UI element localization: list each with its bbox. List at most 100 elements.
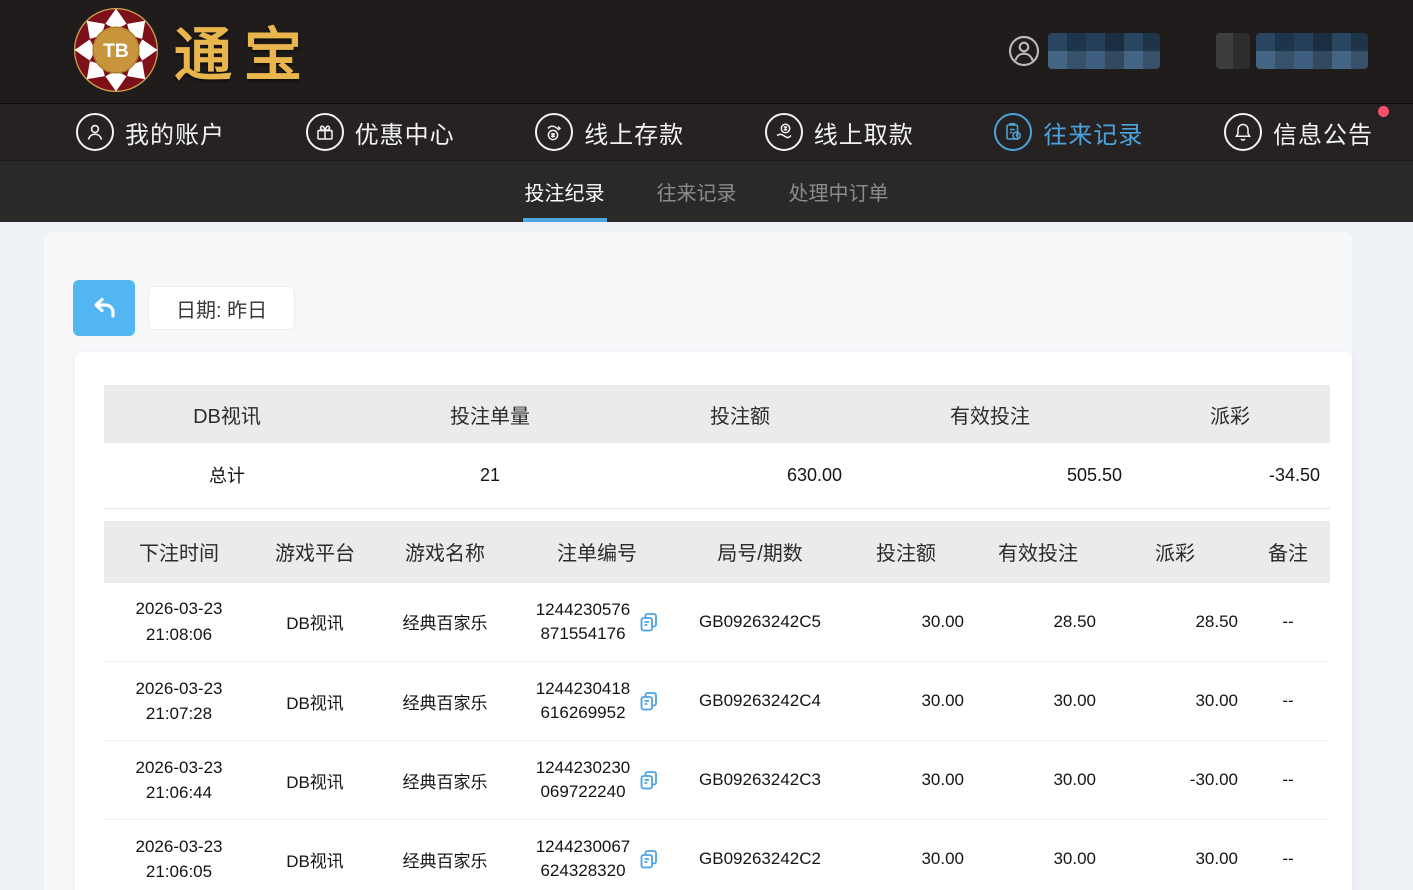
cell-bet-time: 2026-03-2321:07:28 bbox=[104, 662, 254, 741]
copy-icon[interactable] bbox=[638, 690, 660, 712]
cell-valid-bet: 30.00 bbox=[972, 741, 1104, 820]
col-valid-bet: 有效投注 bbox=[972, 521, 1104, 583]
poker-chip-icon: TB bbox=[72, 6, 160, 94]
content-area: 日期: 昨日 DB视讯 投注单量 投注额 有效投注 派彩 总计 21 630.0… bbox=[0, 222, 1413, 890]
back-arrow-icon bbox=[88, 292, 120, 324]
table-row: 2026-03-2321:06:05 DB视讯 经典百家乐 1244230067… bbox=[104, 820, 1330, 890]
tab-transaction-records[interactable]: 往来记录 bbox=[655, 161, 739, 222]
col-platform: 游戏平台 bbox=[254, 521, 376, 583]
summary-header-valid-bet: 有效投注 bbox=[850, 385, 1130, 443]
copy-icon[interactable] bbox=[638, 848, 660, 870]
nav-item-deposit[interactable]: 线上存款 bbox=[535, 113, 684, 151]
table-row: 2026-03-2321:07:28 DB视讯 经典百家乐 1244230418… bbox=[104, 662, 1330, 741]
cell-game: 经典百家乐 bbox=[376, 583, 514, 662]
tab-label: 往来记录 bbox=[657, 177, 737, 206]
tab-bet-records[interactable]: 投注纪录 bbox=[523, 161, 607, 222]
cell-round: GB09263242C5 bbox=[680, 583, 840, 662]
cell-note: -- bbox=[1246, 662, 1330, 741]
cell-platform: DB视讯 bbox=[254, 820, 376, 890]
col-bet-amount: 投注额 bbox=[840, 521, 972, 583]
user-area bbox=[1008, 33, 1368, 69]
summary-valid-bet: 505.50 bbox=[850, 443, 1130, 508]
cell-platform: DB视讯 bbox=[254, 583, 376, 662]
censored-currency bbox=[1216, 33, 1250, 69]
cell-payout: -30.00 bbox=[1104, 741, 1246, 820]
cell-payout: 28.50 bbox=[1104, 583, 1246, 662]
tab-label: 投注纪录 bbox=[525, 177, 605, 206]
sub-nav: 投注纪录 往来记录 处理中订单 bbox=[0, 160, 1413, 222]
date-filter[interactable]: 日期: 昨日 bbox=[148, 286, 295, 330]
nav-item-announcements[interactable]: 信息公告 bbox=[1224, 113, 1373, 151]
summary-payout: -34.50 bbox=[1130, 443, 1330, 508]
gift-icon bbox=[306, 113, 344, 151]
table-row: 2026-03-2321:06:44 DB视讯 经典百家乐 1244230230… bbox=[104, 741, 1330, 820]
col-note: 备注 bbox=[1246, 521, 1330, 583]
records-table: 下注时间 游戏平台 游戏名称 注单编号 局号/期数 投注额 有效投注 派彩 备注… bbox=[104, 521, 1330, 890]
cell-game: 经典百家乐 bbox=[376, 741, 514, 820]
cell-platform: DB视讯 bbox=[254, 741, 376, 820]
col-game-name: 游戏名称 bbox=[376, 521, 514, 583]
cell-bet-id: 1244230230069722240 bbox=[514, 741, 680, 820]
top-bar: TB 通宝 bbox=[0, 0, 1413, 103]
cell-note: -- bbox=[1246, 583, 1330, 662]
cell-note: -- bbox=[1246, 741, 1330, 820]
tab-label: 处理中订单 bbox=[789, 177, 889, 206]
nav-label: 线上取款 bbox=[814, 115, 914, 150]
summary-header-payout: 派彩 bbox=[1130, 385, 1330, 443]
toolbar: 日期: 昨日 bbox=[73, 280, 295, 336]
summary-header-bet-amount: 投注额 bbox=[630, 385, 850, 443]
summary-bet-amount: 630.00 bbox=[630, 443, 850, 508]
bell-icon bbox=[1224, 113, 1262, 151]
copy-icon[interactable] bbox=[638, 611, 660, 633]
cell-valid-bet: 30.00 bbox=[972, 662, 1104, 741]
back-button[interactable] bbox=[73, 280, 135, 336]
cell-note: -- bbox=[1246, 820, 1330, 890]
nav-item-transaction-records[interactable]: 往来记录 bbox=[994, 113, 1143, 151]
date-filter-label: 日期: 昨日 bbox=[176, 294, 267, 323]
col-round: 局号/期数 bbox=[680, 521, 840, 583]
nav-label: 线上存款 bbox=[584, 115, 684, 150]
cell-bet-amount: 30.00 bbox=[840, 820, 972, 890]
nav-label: 我的账户 bbox=[125, 115, 225, 150]
summary-header-platform: DB视讯 bbox=[104, 385, 350, 443]
cell-bet-amount: 30.00 bbox=[840, 662, 972, 741]
svg-text:TB: TB bbox=[103, 40, 129, 62]
records-icon bbox=[994, 113, 1032, 151]
cell-payout: 30.00 bbox=[1104, 820, 1246, 890]
withdraw-icon bbox=[765, 113, 803, 151]
copy-icon[interactable] bbox=[638, 769, 660, 791]
nav-item-promotions[interactable]: 优惠中心 bbox=[306, 113, 455, 151]
nav-item-withdraw[interactable]: 线上取款 bbox=[765, 113, 914, 151]
cell-payout: 30.00 bbox=[1104, 662, 1246, 741]
cell-round: GB09263242C2 bbox=[680, 820, 840, 890]
censored-balance bbox=[1256, 33, 1368, 69]
censored-username bbox=[1048, 33, 1160, 69]
user-avatar-icon[interactable] bbox=[1008, 35, 1040, 67]
nav-label: 往来记录 bbox=[1043, 115, 1143, 150]
user-icon bbox=[76, 113, 114, 151]
cell-round: GB09263242C3 bbox=[680, 741, 840, 820]
brand-name: 通宝 bbox=[174, 8, 314, 92]
summary-table: DB视讯 投注单量 投注额 有效投注 派彩 总计 21 630.00 505.5… bbox=[104, 385, 1330, 509]
cell-platform: DB视讯 bbox=[254, 662, 376, 741]
cell-bet-id: 1244230418616269952 bbox=[514, 662, 680, 741]
summary-header-bet-count: 投注单量 bbox=[350, 385, 630, 443]
tab-processing-orders[interactable]: 处理中订单 bbox=[787, 161, 891, 222]
table-row: 2026-03-2321:08:06 DB视讯 经典百家乐 1244230576… bbox=[104, 583, 1330, 662]
notification-dot bbox=[1378, 106, 1389, 117]
cell-bet-id: 1244230067624328320 bbox=[514, 820, 680, 890]
brand-logo[interactable]: TB 通宝 bbox=[72, 6, 314, 94]
cell-round: GB09263242C4 bbox=[680, 662, 840, 741]
cell-bet-time: 2026-03-2321:06:05 bbox=[104, 820, 254, 890]
deposit-icon bbox=[535, 113, 573, 151]
summary-total-row: 总计 21 630.00 505.50 -34.50 bbox=[104, 443, 1330, 508]
summary-total-label: 总计 bbox=[104, 443, 350, 508]
col-bet-id: 注单编号 bbox=[514, 521, 680, 583]
cell-game: 经典百家乐 bbox=[376, 820, 514, 890]
cell-bet-amount: 30.00 bbox=[840, 741, 972, 820]
cell-bet-amount: 30.00 bbox=[840, 583, 972, 662]
cell-valid-bet: 30.00 bbox=[972, 820, 1104, 890]
cell-bet-time: 2026-03-2321:08:06 bbox=[104, 583, 254, 662]
summary-bet-count: 21 bbox=[350, 443, 630, 508]
nav-item-my-account[interactable]: 我的账户 bbox=[76, 113, 225, 151]
